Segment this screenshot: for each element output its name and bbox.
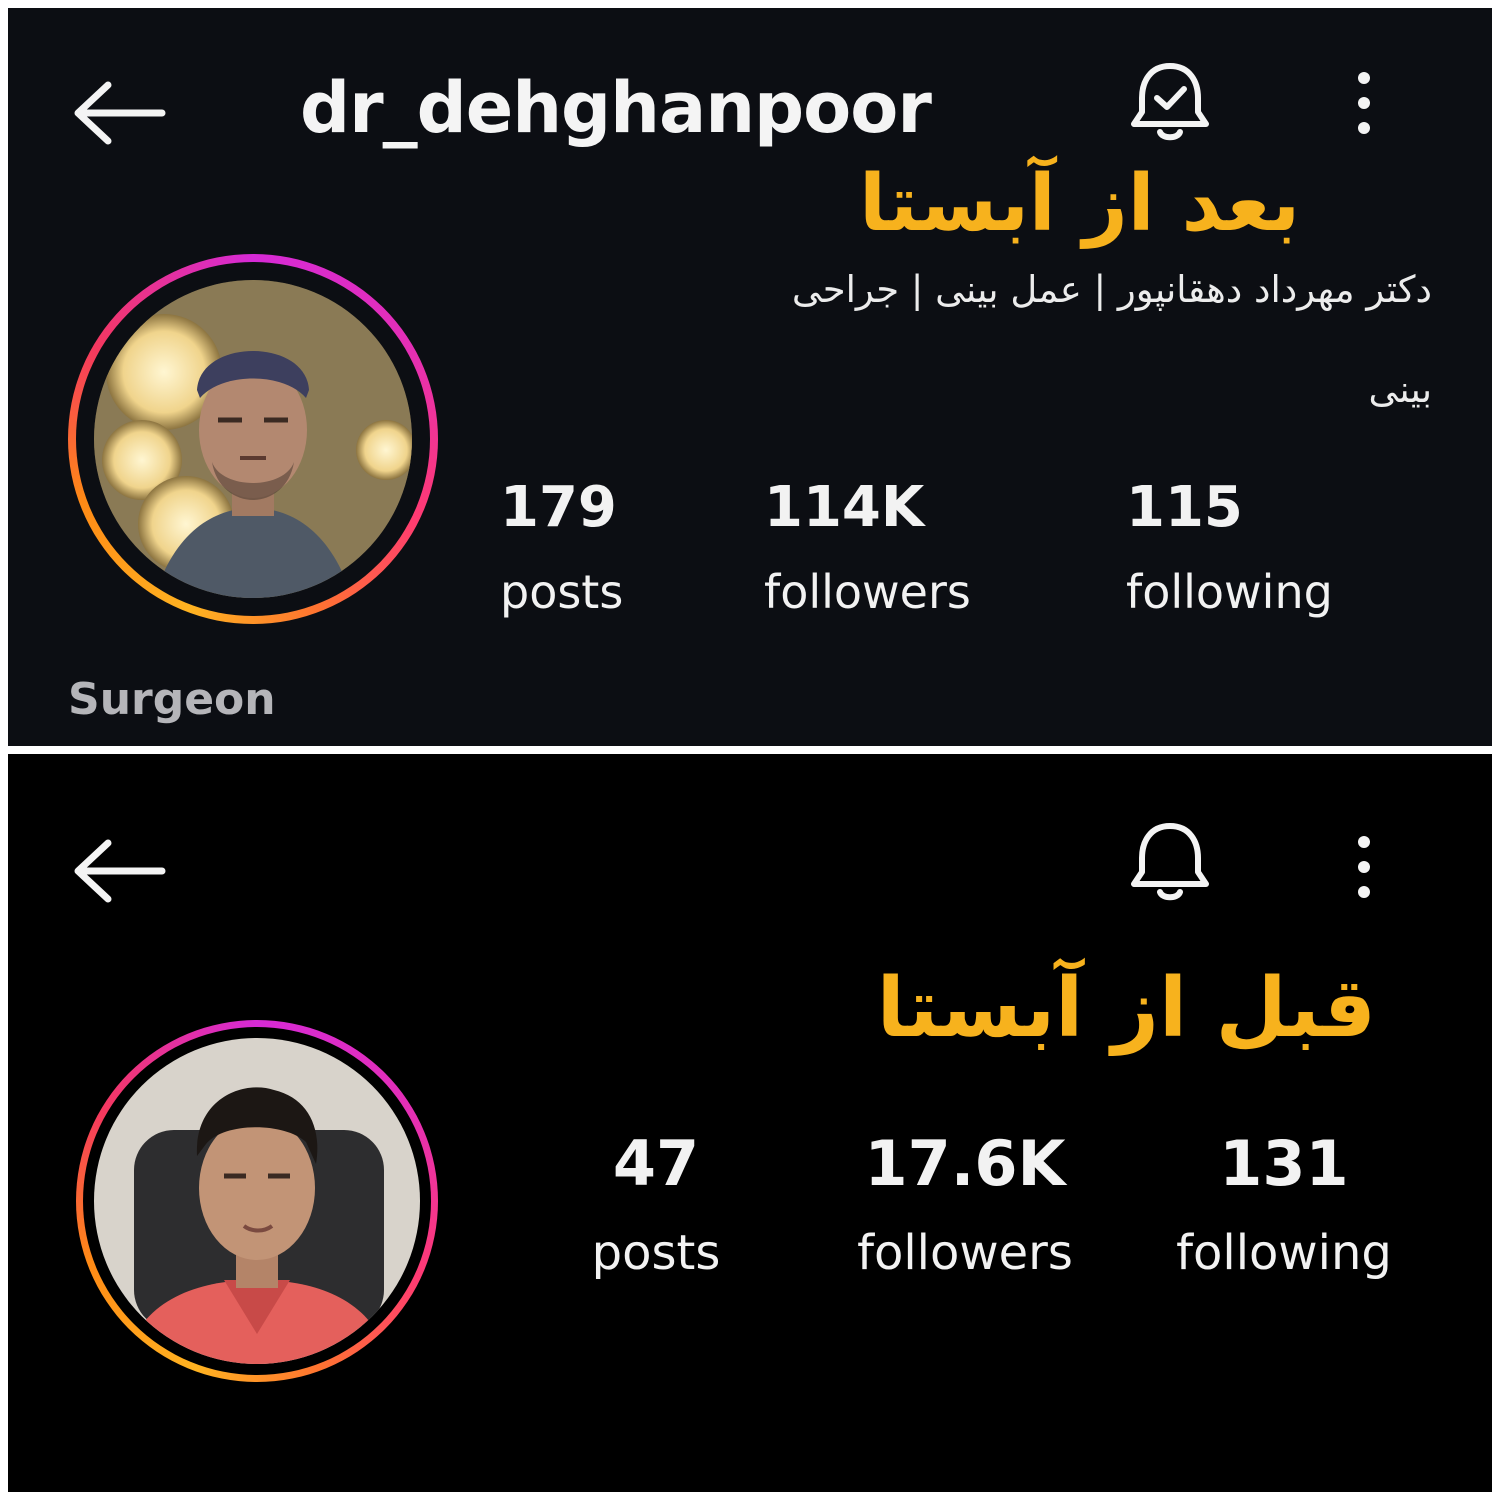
followers-count: 17.6K (864, 1127, 1066, 1200)
back-arrow-icon[interactable] (68, 78, 168, 148)
avatar-photo (94, 280, 412, 598)
profile-avatar[interactable] (76, 1020, 438, 1382)
bell-check-icon[interactable] (1126, 60, 1214, 146)
stat-followers[interactable]: 17.6K followers (834, 1120, 1096, 1298)
posts-label: posts (591, 1225, 721, 1281)
avatar-photo (94, 1038, 420, 1364)
profile-before-panel: قبل از آبستا 47 posts 17.6K followers 13… (8, 754, 1492, 1492)
stat-following[interactable]: 131 following (1158, 1120, 1410, 1298)
more-vertical-icon[interactable] (1354, 832, 1374, 902)
bio-line-1: دکتر مهرداد دهقانپور | عمل بینی | جراحی (791, 268, 1432, 311)
more-vertical-icon[interactable] (1354, 68, 1374, 138)
following-count: 115 (1126, 475, 1243, 540)
profile-username: dr_dehghanpoor (300, 67, 932, 149)
after-caption: بعد از آبستا (859, 159, 1300, 249)
profile-avatar[interactable] (68, 254, 438, 624)
back-arrow-icon[interactable] (68, 836, 168, 906)
following-label: following (1126, 565, 1333, 619)
followers-label: followers (764, 565, 971, 619)
stat-posts[interactable]: 179 posts (500, 466, 623, 634)
posts-count: 179 (500, 475, 617, 540)
followers-label: followers (857, 1225, 1073, 1281)
occupation-label: Surgeon (68, 674, 276, 725)
bell-icon[interactable] (1126, 818, 1214, 908)
before-caption: قبل از آبستا (876, 961, 1376, 1056)
following-count: 131 (1219, 1127, 1349, 1200)
stat-following[interactable]: 115 following (1126, 466, 1333, 634)
stat-posts[interactable]: 47 posts (568, 1120, 744, 1298)
profile-after-panel: dr_dehghanpoor بعد از آبستا دکتر مهرداد … (8, 8, 1492, 746)
bio-line-2: بینی (1368, 368, 1432, 411)
followers-count: 114K (764, 475, 925, 540)
following-label: following (1176, 1225, 1392, 1281)
posts-label: posts (500, 565, 624, 619)
posts-count: 47 (612, 1127, 700, 1200)
stat-followers[interactable]: 114K followers (764, 466, 971, 634)
